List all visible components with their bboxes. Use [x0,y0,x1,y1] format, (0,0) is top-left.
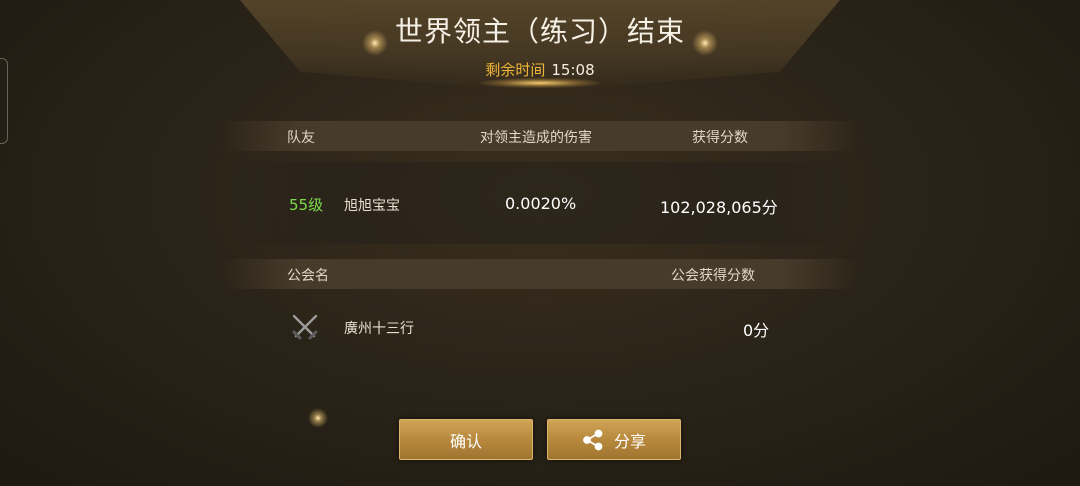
crossed-swords-icon [292,314,318,340]
player-name: 旭旭宝宝 [344,198,400,214]
share-label: 分享 [613,431,646,451]
column-guild-score: 公会获得分数 [671,268,755,284]
column-boss-damage: 对领主造成的伤害 [480,130,592,146]
column-score: 获得分数 [692,130,748,146]
player-damage: 0.0020% [505,194,577,213]
timer-label: 剩余时间 [485,61,546,79]
share-icon [583,429,603,450]
player-level: 55级 [289,196,324,214]
timer-value: 15:08 [551,61,595,79]
share-button[interactable]: 分享 [547,419,681,460]
confirm-label: 确认 [449,431,482,451]
sparkle-decoration [308,408,328,428]
column-teammate: 队友 [287,130,315,146]
player-score: 102,028,065分 [660,198,778,217]
guild-score: 0分 [743,321,770,340]
column-guild-name: 公会名 [287,268,329,284]
remaining-time: 剩余时间 15:08 [0,59,1080,80]
guild-name: 廣州十三行 [344,321,414,337]
confirm-button[interactable]: 确认 [399,419,533,460]
page-title: 世界领主（练习）结束 [394,15,685,48]
